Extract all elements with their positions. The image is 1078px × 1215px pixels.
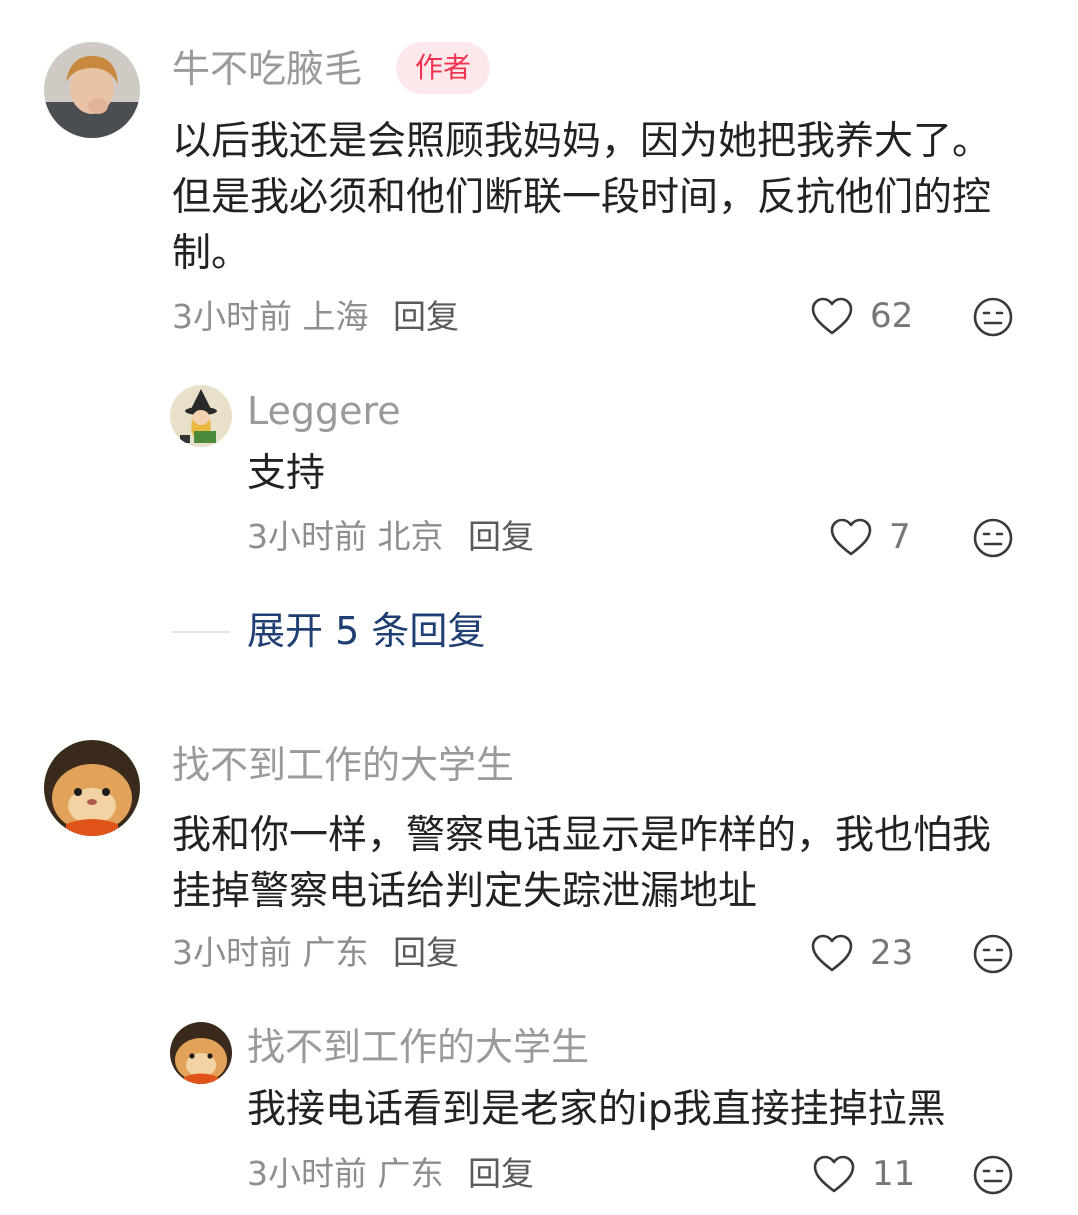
reply-meta: 3小时前 北京 回复 [247,520,534,553]
comment-author[interactable]: 牛不吃腋毛 [172,50,362,88]
avatar[interactable] [44,740,140,836]
heart-outline-icon [811,934,853,972]
comment-text: 以后我还是会照顾我妈妈，因为她把我养大了。但是我必须和他们断联一段时间，反抗他们… [172,119,992,276]
comment-location: 广东 [302,933,369,972]
avatar[interactable] [44,42,140,138]
reply-author[interactable]: 找不到工作的大学生 [247,1028,589,1066]
reply-meta: 3小时前 广东 回复 [247,1157,534,1190]
meh-face-icon[interactable] [972,1154,1014,1196]
comment-meta: 3小时前 上海 回复 [172,300,459,333]
heart-outline-icon [830,518,872,556]
expand-divider [172,631,230,633]
like-button[interactable]: 62 [810,296,913,336]
avatar[interactable] [170,385,232,447]
comment-author[interactable]: 找不到工作的大学生 [172,746,514,784]
heart-outline-icon [811,297,853,335]
comment-text: 我和你一样，警察电话显示是咋样的，我也怕我挂掉警察电话给判定失踪泄漏地址 [172,813,992,914]
expand-replies-link[interactable]: 展开 5 条回复 [247,612,485,650]
author-badge: 作者 [396,42,491,94]
like-button[interactable]: 7 [829,517,911,557]
meh-face-icon[interactable] [972,296,1014,338]
like-button[interactable]: 11 [812,1154,915,1194]
heart-outline-icon [813,1155,855,1193]
comment-meta: 3小时前 广东 回复 [172,936,459,969]
avatar[interactable] [170,1022,232,1084]
reply-button[interactable]: 回复 [393,297,459,336]
reply-location: 广东 [377,1154,444,1193]
meh-face-icon[interactable] [972,933,1014,975]
like-count: 23 [870,933,914,973]
reply-author[interactable]: Leggere [247,392,401,430]
meh-face-icon[interactable] [972,517,1014,559]
reply-time: 3小时前 [247,1154,367,1193]
comment-time: 3小时前 [172,933,292,972]
reply-button[interactable]: 回复 [468,1154,534,1193]
reply-text: 支持 [247,451,326,496]
comment-time: 3小时前 [172,297,292,336]
comment-location: 上海 [302,297,369,336]
reply-location: 北京 [377,517,444,556]
reply-button[interactable]: 回复 [393,933,459,972]
like-count: 11 [872,1154,916,1194]
reply-button[interactable]: 回复 [468,517,534,556]
like-button[interactable]: 23 [810,933,913,973]
reply-text: 我接电话看到是老家的ip我直接挂掉拉黑 [247,1087,946,1132]
like-count: 62 [870,296,914,336]
like-count: 7 [889,517,911,557]
reply-time: 3小时前 [247,517,367,556]
